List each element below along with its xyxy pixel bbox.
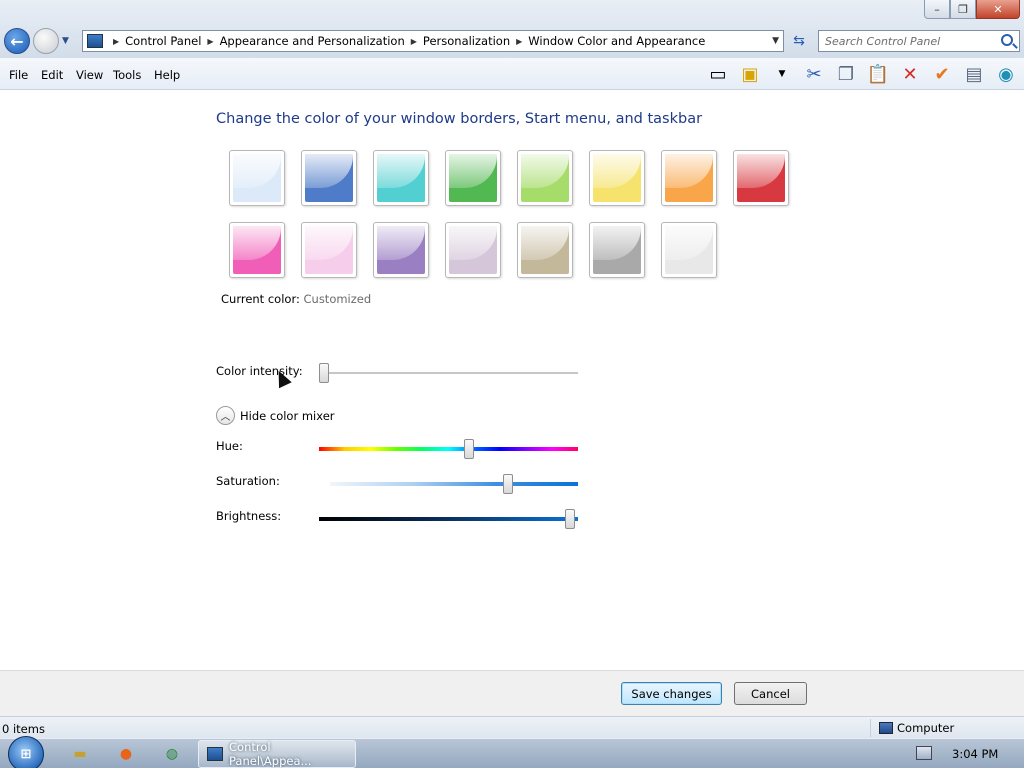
items-count: 0 items [2,722,45,736]
breadcrumb-control-panel[interactable]: Control Panel [125,34,201,48]
location-label: Computer [897,721,955,735]
back-button[interactable]: ← [4,28,30,54]
globe-icon[interactable]: ◉ [994,62,1018,86]
windows-logo-icon: ⊞ [20,746,32,762]
cut-icon[interactable]: ✂ [802,62,826,86]
menu-view[interactable]: View [76,68,103,82]
taskbar-item-label: Control Panel\Appea... [229,740,312,768]
hue-label: Hue: [216,439,243,453]
back-arrow-icon: ← [10,31,24,51]
current-color-label: Current color: [221,292,300,306]
menu-tools[interactable]: Tools [113,68,141,82]
explorer-icon[interactable]: ▬ [60,742,100,766]
page-title: Change the color of your window borders,… [216,111,703,127]
window-controls: – ❐ ✕ [924,0,1020,19]
color-swatch-lemon[interactable] [589,150,645,206]
breadcrumb-appearance-and-personalization[interactable]: Appearance and Personalization [220,34,405,48]
color-swatch-ruby[interactable] [733,150,789,206]
hue-slider[interactable] [464,439,475,459]
color-swatch-taupe[interactable] [517,222,573,278]
dropdown-arrow-icon[interactable]: ▼ [770,62,794,86]
color-swatch-chocolate[interactable] [589,222,645,278]
copy-icon[interactable]: ❐ [834,62,858,86]
hide-color-mixer-link[interactable]: Hide color mixer [240,409,335,423]
chrome-icon[interactable]: ◍ [152,742,192,766]
layout-icon[interactable]: ▭ [706,62,730,86]
chevron-up-icon[interactable]: ︿ [216,406,235,425]
search-icon[interactable] [1001,34,1013,46]
color-swatch-lavender[interactable] [445,222,501,278]
forward-button[interactable] [33,28,59,54]
brightness-slider[interactable] [565,509,576,529]
status-bar: 0 items Computer [0,716,1024,738]
color-intensity-slider[interactable] [319,363,330,383]
color-intensity-track[interactable] [319,372,578,374]
checkmark-icon[interactable]: ✔ [930,62,954,86]
brightness-label: Brightness: [216,509,282,523]
current-color: Current color: Customized [221,292,371,306]
dialog-footer: Save changes Cancel [0,670,1024,716]
address-row: ← ▼ ▶ Control Panel ▶ Appearance and Per… [0,26,1024,58]
color-swatch-blush[interactable] [301,222,357,278]
computer-icon [879,722,893,734]
saturation-label: Saturation: [216,474,280,488]
search-placeholder: Search Control Panel [825,34,941,48]
recent-pages-dropdown[interactable]: ▼ [62,36,74,46]
search-input[interactable]: Search Control Panel [818,30,1020,52]
color-swatch-violet[interactable] [373,222,429,278]
breadcrumb-personalization[interactable]: Personalization [423,34,510,48]
hue-track[interactable] [319,447,578,451]
paste-icon[interactable]: 📋 [866,62,890,86]
clock[interactable]: 3:04 PM [952,747,998,761]
control-panel-icon [207,747,223,761]
close-button[interactable]: ✕ [976,0,1020,19]
menu-file[interactable]: File [9,68,28,82]
title-bar: – ❐ ✕ [0,0,1024,26]
current-color-value: Customized [303,292,372,306]
color-swatch-leaf[interactable] [445,150,501,206]
address-dropdown-icon[interactable]: ▼ [772,36,779,46]
brightness-track[interactable] [319,517,578,521]
color-intensity-label: Color intensity: [216,364,303,378]
color-swatch-sky[interactable] [229,150,285,206]
taskbar: ⊞ ▬ ● ◍ Control Panel\Appea... 3:04 PM [0,736,1024,768]
control-panel-icon [87,34,103,48]
restore-button[interactable]: ❐ [950,0,976,19]
color-swatch-sea[interactable] [373,150,429,206]
color-swatch-orange[interactable] [661,150,717,206]
menu-edit[interactable]: Edit [41,68,63,82]
minimize-button[interactable]: – [924,0,950,19]
chevron-right-icon[interactable]: ▶ [516,37,522,46]
network-icon[interactable] [916,746,932,760]
chevron-right-icon[interactable]: ▶ [411,37,417,46]
chevron-right-icon[interactable]: ▶ [207,37,213,46]
toolbar-icons: ▭ ▣ ▼ ✂ ❐ 📋 ✕ ✔ ▤ ◉ [706,62,1018,86]
save-changes-button[interactable]: Save changes [621,682,722,705]
firefox-icon[interactable]: ● [106,742,146,766]
color-swatch-frost[interactable] [661,222,717,278]
saturation-slider[interactable] [503,474,514,494]
rename-icon[interactable]: ▤ [962,62,986,86]
start-button[interactable]: ⊞ [8,736,44,768]
chevron-right-icon[interactable]: ▶ [113,37,119,46]
cancel-button[interactable]: Cancel [734,682,807,705]
saturation-track[interactable] [330,482,578,486]
status-location: Computer [870,719,954,737]
refresh-icon[interactable]: ⇆ [788,30,810,52]
delete-icon[interactable]: ✕ [898,62,922,86]
menu-help[interactable]: Help [154,68,180,82]
color-swatch-lime[interactable] [517,150,573,206]
color-swatch-twilight[interactable] [301,150,357,206]
properties-icon[interactable]: ▣ [738,62,762,86]
menu-bar: File Edit View Tools Help ▭ ▣ ▼ ✂ ❐ 📋 ✕ … [0,58,1024,90]
taskbar-control-panel[interactable]: Control Panel\Appea... [198,740,356,768]
color-swatch-fuchsia[interactable] [229,222,285,278]
address-bar[interactable]: ▶ Control Panel ▶ Appearance and Persona… [82,30,784,52]
breadcrumb-window-color-and-appearance[interactable]: Window Color and Appearance [528,34,705,48]
